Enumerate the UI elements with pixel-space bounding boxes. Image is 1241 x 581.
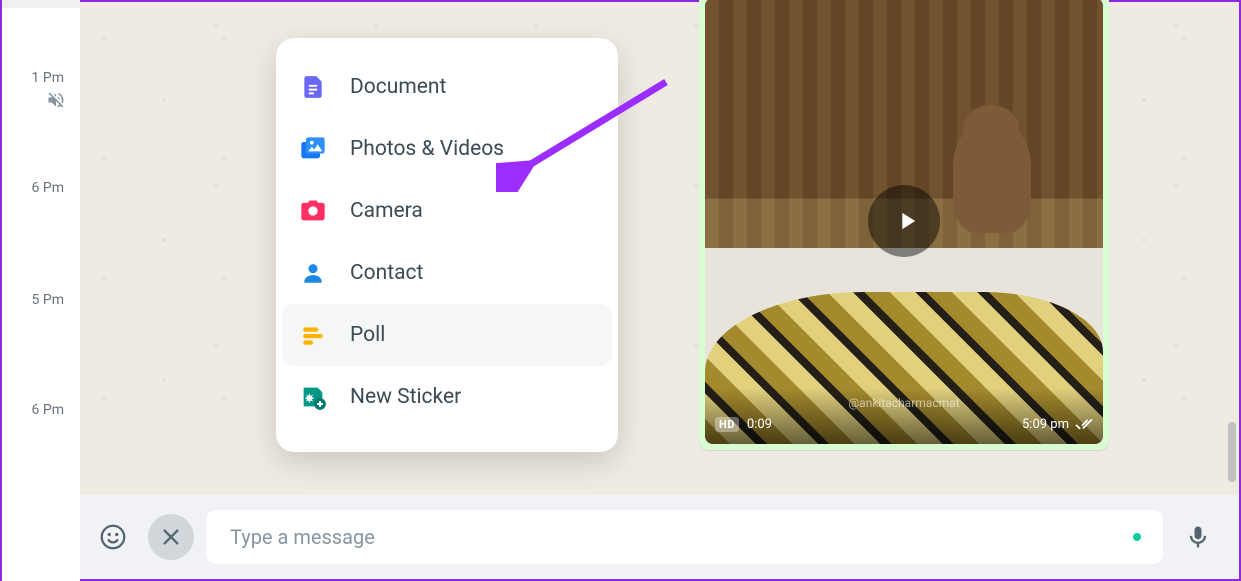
emoji-button[interactable] xyxy=(90,514,136,560)
message-composer: Type a message xyxy=(80,495,1239,579)
video-duration: 0:09 xyxy=(747,417,772,432)
voice-message-button[interactable] xyxy=(1175,514,1221,560)
presence-indicator xyxy=(1133,533,1141,541)
muted-icon xyxy=(46,90,66,114)
message-input[interactable]: Type a message xyxy=(206,510,1163,564)
menu-label: New Sticker xyxy=(350,385,461,409)
attachment-menu: Document Photos & Videos Camera Contact xyxy=(276,38,618,452)
message-time: 5:09 pm xyxy=(1022,417,1069,432)
camera-icon xyxy=(298,196,328,226)
chat-panel: HD 0:09 @ankitacharmacmat 5:09 pm Docume… xyxy=(80,2,1239,579)
new-sticker-icon xyxy=(298,382,328,412)
contact-icon xyxy=(298,258,328,288)
menu-label: Camera xyxy=(350,199,423,223)
chat-time: 6 Pm xyxy=(32,180,64,196)
chat-list-sidebar: 1 Pm 6 Pm 5 Pm 6 Pm xyxy=(2,2,80,581)
attach-contact[interactable]: Contact xyxy=(276,242,618,304)
attach-document[interactable]: Document xyxy=(276,56,618,118)
chat-time: 1 Pm xyxy=(32,70,64,86)
video-timestamp: 5:09 pm xyxy=(1022,417,1093,432)
chat-scrollbar[interactable] xyxy=(1228,422,1236,482)
message-placeholder: Type a message xyxy=(230,525,375,549)
menu-label: Contact xyxy=(350,261,423,285)
menu-label: Photos & Videos xyxy=(350,137,504,161)
photos-videos-icon xyxy=(298,134,328,164)
attach-camera[interactable]: Camera xyxy=(276,180,618,242)
close-icon xyxy=(160,526,182,548)
read-receipt-icon xyxy=(1075,418,1093,432)
video-meta-left: HD 0:09 xyxy=(715,417,772,432)
menu-label: Poll xyxy=(350,323,385,347)
outgoing-video-message[interactable]: HD 0:09 @ankitacharmacmat 5:09 pm xyxy=(699,0,1109,450)
menu-label: Document xyxy=(350,75,446,99)
chat-time: 5 Pm xyxy=(32,292,64,308)
attach-poll[interactable]: Poll xyxy=(282,304,612,366)
poll-icon xyxy=(298,320,328,350)
hd-badge: HD xyxy=(715,417,739,432)
app-frame: 1 Pm 6 Pm 5 Pm 6 Pm xyxy=(0,0,1241,581)
attach-photos-videos[interactable]: Photos & Videos xyxy=(276,118,618,180)
video-caption: @ankitacharmacmat xyxy=(848,396,959,410)
microphone-icon xyxy=(1184,523,1212,551)
attach-new-sticker[interactable]: New Sticker xyxy=(276,366,618,428)
play-icon[interactable] xyxy=(868,185,940,257)
document-icon xyxy=(298,72,328,102)
chat-time: 6 Pm xyxy=(32,402,64,418)
attach-close-button[interactable] xyxy=(148,514,194,560)
video-thumbnail[interactable]: HD 0:09 @ankitacharmacmat 5:09 pm xyxy=(705,0,1103,444)
chat-list-selected-indicator xyxy=(2,0,80,8)
